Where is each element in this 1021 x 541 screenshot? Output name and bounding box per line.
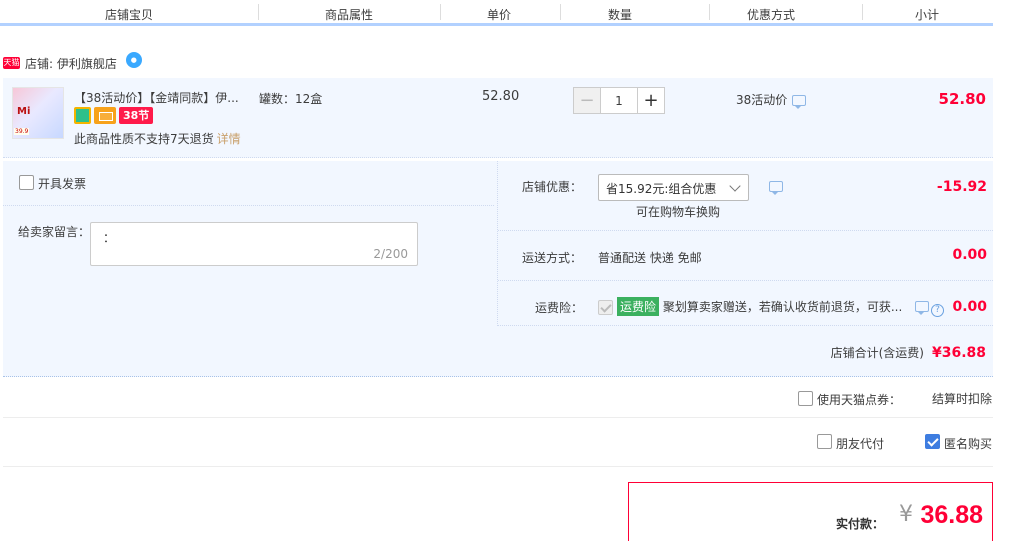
col-shop-items: 店铺宝贝 — [104, 8, 154, 22]
header-divider — [862, 4, 863, 20]
comment-icon[interactable] — [792, 95, 807, 109]
comment-icon[interactable] — [915, 301, 929, 315]
quantity-input[interactable]: 1 — [601, 87, 637, 114]
divider — [3, 205, 494, 206]
divider — [3, 417, 993, 418]
divider — [3, 466, 993, 467]
col-quantity: 数量 — [607, 8, 633, 22]
shop-discount-hint: 可在购物车换购 — [636, 205, 721, 219]
decrease-quantity-button[interactable]: − — [573, 87, 601, 114]
tmall-points-checkbox[interactable] — [798, 391, 813, 406]
tmall-points-note: 结算时扣除 — [932, 392, 993, 406]
no-return-notice: 此商品性质不支持7天退货 详情 — [74, 130, 241, 147]
tmall-points-label: 使用天猫点券： — [817, 393, 902, 407]
shipping-label: 运送方式： — [522, 251, 583, 265]
pay-label: 实付款： — [835, 517, 884, 531]
anonymous-label: 匿名购买 — [944, 437, 993, 451]
quantity-stepper: − 1 + — [573, 87, 665, 114]
friend-pay-checkbox[interactable] — [817, 434, 832, 449]
shop-line: 天猫 店铺: 伊利旗舰店 ● — [3, 52, 142, 72]
pay-amount: 36.88 — [920, 501, 983, 529]
shop-name-link[interactable]: 店铺: 伊利旗舰店 — [25, 55, 117, 72]
cart-item-row: Mi 39.9 【38活动价】【金靖同款】伊... 38节 此商品性质不支持7天… — [3, 78, 993, 158]
details-link[interactable]: 详情 — [217, 132, 241, 146]
shop-discount-value: 省15.92元:组合优惠 — [606, 182, 717, 196]
item-subtotal: 52.80 — [938, 90, 986, 108]
col-unit-price: 单价 — [486, 8, 512, 22]
insurance-text: 聚划算卖家赠送，若确认收货前退货，可获... — [662, 300, 903, 314]
no-return-text: 此商品性质不支持7天退货 — [74, 132, 214, 146]
festival-38-badge[interactable]: 38节 — [119, 107, 154, 124]
col-discount: 优惠方式 — [746, 8, 796, 22]
memo-text: ： — [103, 231, 116, 245]
col-subtotal: 小计 — [914, 8, 940, 22]
product-title-link[interactable]: 【38活动价】【金靖同款】伊... — [74, 89, 246, 106]
payment-summary: 实付款： ¥ 36.88 — [628, 482, 993, 541]
increase-quantity-button[interactable]: + — [637, 87, 665, 114]
header-divider — [560, 4, 561, 20]
shop-total-label: 店铺合计(含运费) — [830, 346, 924, 360]
insurance-amount: 0.00 — [952, 299, 987, 315]
order-options-panel: 开具发票 给卖家留言： ： 2/200 店铺优惠： 省15.92元:组合优惠 可… — [3, 161, 993, 377]
promo-label: 38活动价 — [736, 93, 788, 107]
tmall-logo-icon: 天猫 — [3, 57, 20, 69]
comment-icon[interactable] — [769, 181, 783, 195]
thumbnail-text: Mi — [17, 106, 31, 117]
promo-method: 38活动价 — [736, 91, 807, 109]
help-icon[interactable]: ? — [931, 304, 944, 317]
sku-attribute: 罐数：12盒 — [259, 92, 323, 106]
header-divider — [258, 4, 259, 20]
guarantee-icon[interactable] — [74, 107, 91, 124]
invoice-checkbox[interactable] — [19, 175, 34, 190]
shop-discount-select[interactable]: 省15.92元:组合优惠 — [598, 174, 749, 201]
shop-discount-label: 店铺优惠： — [522, 180, 583, 194]
friend-pay-label: 朋友代付 — [836, 437, 885, 451]
header-divider — [709, 4, 710, 20]
product-thumbnail[interactable]: Mi 39.9 — [12, 87, 64, 139]
insurance-tag: 运费险 — [617, 297, 660, 316]
insurance-checkbox[interactable] — [598, 300, 613, 315]
unit-price: 52.80 — [482, 89, 520, 104]
insurance-icons: ? — [915, 299, 944, 317]
shop-discount-amount: -15.92 — [936, 179, 987, 195]
insurance-label: 运费险： — [535, 301, 584, 315]
credit-card-icon[interactable] — [94, 107, 116, 124]
chat-bubble-icon[interactable]: ● — [125, 52, 142, 68]
cart-header: 店铺宝贝 商品属性 单价 数量 优惠方式 小计 — [0, 0, 993, 26]
col-attributes: 商品属性 — [324, 8, 374, 22]
shipping-value: 普通配送 快递 免邮 — [598, 251, 702, 265]
left-options: 开具发票 给卖家留言： ： 2/200 — [3, 161, 494, 326]
shop-total-amount: ¥36.88 — [931, 345, 986, 361]
shipping-amount: 0.00 — [952, 247, 987, 263]
memo-char-count: 2/200 — [373, 247, 408, 261]
insurance-info: 运费险 聚划算卖家赠送，若确认收货前退货，可获... — [617, 297, 902, 316]
invoice-label: 开具发票 — [38, 177, 87, 191]
memo-label: 给卖家留言： — [18, 225, 91, 239]
service-icons: 38节 — [74, 107, 154, 124]
chevron-down-icon — [729, 180, 741, 192]
thumbnail-price: 39.9 — [14, 128, 30, 135]
shop-total: 店铺合计(含运费) ¥36.88 — [831, 344, 986, 361]
yen-sign: ¥ — [899, 502, 913, 527]
header-divider — [440, 4, 441, 20]
seller-memo-textarea[interactable]: ： 2/200 — [90, 222, 418, 266]
anonymous-checkbox[interactable] — [925, 434, 940, 449]
